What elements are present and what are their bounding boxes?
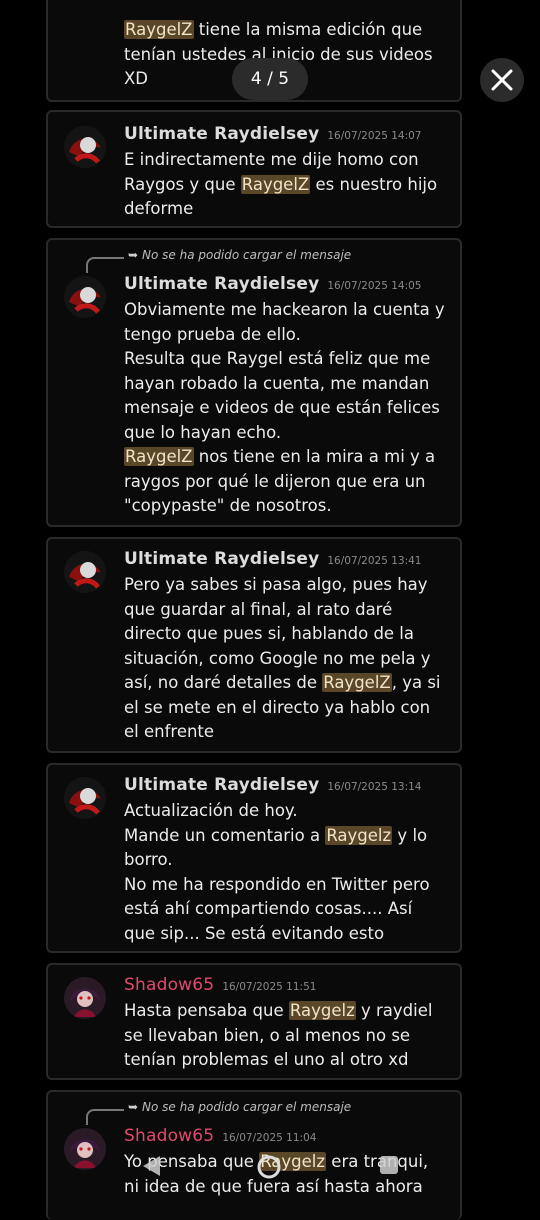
mention[interactable]: RaygelZ (124, 447, 194, 466)
author-name[interactable]: Ultimate Raydielsey (124, 124, 319, 144)
message-text: Hasta pensaba que Raygelz y raydiel se l… (124, 1001, 433, 1069)
timestamp: 16/07/2025 13:14 (327, 781, 422, 793)
message-text: Pero ya sabes si pasa algo, pues hay que… (124, 575, 441, 741)
close-icon (491, 69, 513, 91)
reply-preview[interactable]: ➥ No se ha podido cargar el mensaje (128, 248, 351, 262)
mention[interactable]: RaygelZ (322, 673, 392, 692)
mention[interactable]: Raygelz (325, 825, 393, 845)
avatar[interactable] (64, 126, 106, 168)
message-card: ➥ No se ha podido cargar el mensaje Ultim… (46, 238, 462, 527)
timestamp: 16/07/2025 11:51 (222, 981, 317, 993)
image-counter: 4 / 5 (232, 58, 308, 100)
message-card: Ultimate Raydielsey 16/07/2025 13:14 Actu… (46, 763, 462, 953)
avatar[interactable] (64, 777, 106, 819)
close-button[interactable] (480, 58, 524, 102)
author-name[interactable]: Shadow65 (124, 975, 214, 995)
mention[interactable]: RaygelZ (124, 20, 194, 39)
timestamp: 16/07/2025 14:05 (327, 280, 422, 292)
reply-connector (86, 257, 124, 273)
message-text: Actualización de hoy. Mande un comentari… (124, 801, 430, 943)
message-card: Ultimate Raydielsey 16/07/2025 14:07 E in… (46, 110, 462, 228)
reply-preview[interactable]: ➥ No se ha podido cargar el mensaje (128, 1100, 351, 1114)
mention[interactable]: Raygelz (288, 1001, 356, 1020)
avatar[interactable] (64, 977, 106, 1019)
system-nav-bar (0, 1148, 540, 1184)
author-name[interactable]: Ultimate Raydielsey (124, 549, 319, 569)
message-text: Obviamente me hackearon la cuenta y teng… (124, 300, 445, 515)
reply-arrow-icon: ➥ (128, 1100, 139, 1114)
author-name[interactable]: Ultimate Raydielsey (124, 775, 319, 795)
avatar[interactable] (64, 276, 106, 318)
recents-square-icon[interactable] (378, 1154, 400, 1176)
reply-connector (86, 1109, 124, 1125)
home-circle-icon[interactable] (256, 1154, 282, 1180)
timestamp: 16/07/2025 14:07 (327, 130, 422, 142)
mention[interactable]: RaygelZ (240, 174, 311, 194)
reply-arrow-icon: ➥ (128, 248, 139, 262)
avatar[interactable] (64, 551, 106, 593)
author-name[interactable]: Ultimate Raydielsey (124, 274, 319, 294)
back-triangle-icon[interactable] (140, 1154, 162, 1178)
message-text: E indirectamente me dije homo con Raygos… (124, 150, 438, 218)
author-name[interactable]: Shadow65 (124, 1126, 214, 1146)
timestamp: 16/07/2025 13:41 (327, 555, 422, 567)
message-card: Ultimate Raydielsey 16/07/2025 13:41 Pero… (46, 537, 462, 753)
timestamp: 16/07/2025 11:04 (222, 1132, 317, 1144)
image-viewer: RaygelZ tiene la misma edición que tenía… (0, 0, 540, 1220)
message-card: Shadow65 16/07/2025 11:51 Hasta pensaba q… (46, 963, 462, 1080)
